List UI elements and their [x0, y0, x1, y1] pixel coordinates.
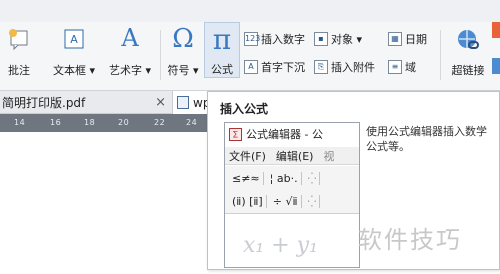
object-icon: ▪	[314, 32, 328, 46]
pi-formula-icon: π	[213, 23, 231, 56]
wordart-button[interactable]: A 艺术字 ▾	[104, 0, 156, 90]
menu-view: 视	[323, 149, 335, 163]
ruler-mark: 18	[84, 118, 96, 127]
object-label: 对象 ▾	[331, 33, 363, 46]
comment-icon	[8, 28, 30, 53]
textbox-button-label: 文本框 ▾	[52, 64, 96, 77]
symbol-button-label: 符号 ▾	[167, 64, 199, 77]
formula-editor-menubar: 文件(F) 编辑(E) 视	[225, 147, 359, 165]
number-icon: 123	[244, 32, 260, 46]
formula-editing-area: x₁ + y₁	[225, 215, 359, 267]
insert-number-label: 插入数字	[261, 33, 305, 46]
object-button[interactable]: ▪ 对象 ▾	[314, 30, 362, 48]
formula-editor-icon: ∑	[229, 127, 242, 141]
field-label: 域	[405, 61, 416, 74]
hyperlink-icon	[456, 28, 480, 55]
attachment-icon: ⎘	[314, 60, 328, 74]
ribbon-toolbar: 批注 A 文本框 ▾ A 艺术字 ▾ Ω 符号 ▾ π 公式 123 插入数字 …	[0, 0, 500, 90]
wordart-button-label: 艺术字 ▾	[108, 64, 152, 77]
relations-palette: ≤≠≈	[229, 171, 264, 185]
fractions-palette: ÷ √ⅱ	[270, 194, 302, 208]
comment-button-label: 批注	[8, 64, 30, 77]
ruler-mark: 20	[118, 118, 130, 127]
watermark-text: 软件技巧	[358, 226, 462, 254]
textbox-button[interactable]: A 文本框 ▾	[50, 0, 98, 90]
wordart-icon: A	[121, 24, 138, 52]
date-button[interactable]: ▦ 日期	[388, 30, 427, 48]
omega-symbol-icon: Ω	[172, 24, 194, 54]
ruler-mark: 24	[186, 118, 198, 127]
document-icon	[177, 96, 189, 109]
attachment-button[interactable]: ⎘ 插入附件	[314, 58, 375, 76]
overflow-icon	[492, 22, 500, 38]
wordart-glyph: A	[121, 24, 139, 52]
formula-editor-toolbar: ≤≠≈ ¦ ab·. ⁛ (ⅱ) [ⅱ] ÷ √ⅱ ⁛	[225, 166, 359, 214]
date-label: 日期	[405, 33, 427, 46]
fences-palette: (ⅱ) [ⅱ]	[229, 194, 267, 208]
field-icon: ≡	[388, 60, 402, 74]
ruler-mark: 16	[50, 118, 62, 127]
hyperlink-button[interactable]: 超链接	[446, 0, 490, 90]
attachment-label: 插入附件	[331, 61, 375, 74]
more-palette: ⁛	[305, 171, 321, 185]
pi-glyph: π	[212, 23, 232, 56]
formula-expression: x₁ + y₁	[243, 233, 318, 258]
formula-editor-title: 公式编辑器 - 公	[246, 128, 323, 141]
ruler-mark: 22	[154, 118, 166, 127]
menu-file: 文件(F)	[229, 149, 266, 163]
formula-editor-preview: ∑ 公式编辑器 - 公 文件(F) 编辑(E) 视 ≤≠≈ ¦ ab·. ⁛ (…	[224, 122, 360, 268]
spaces-palette: ¦ ab·.	[267, 171, 302, 185]
overflow-icon	[492, 58, 500, 74]
formula-button[interactable]: π 公式	[204, 22, 240, 78]
more-palette: ⁛	[305, 194, 321, 208]
menu-edit: 编辑(E)	[275, 149, 314, 163]
hyperlink-button-label: 超链接	[451, 64, 485, 77]
formula-button-label: 公式	[211, 63, 233, 76]
close-icon[interactable]: ×	[155, 95, 166, 110]
document-tab-label: 简明打印版.pdf	[2, 96, 86, 110]
document-tab[interactable]: 简明打印版.pdf ×	[0, 91, 172, 114]
omega-glyph: Ω	[172, 24, 194, 54]
formula-editor-titlebar: ∑ 公式编辑器 - 公	[225, 123, 359, 145]
field-button[interactable]: ≡ 域	[388, 58, 416, 76]
svg-text:A: A	[70, 33, 78, 46]
dropcap-label: 首字下沉	[261, 61, 305, 74]
toolbar-row: (ⅱ) [ⅱ] ÷ √ⅱ ⁛	[229, 191, 321, 211]
symbol-button[interactable]: Ω 符号 ▾	[164, 0, 202, 90]
calendar-icon: ▦	[388, 32, 402, 46]
toolbar-row: ≤≠≈ ¦ ab·. ⁛	[229, 168, 321, 188]
dropcap-icon: A	[244, 60, 258, 74]
ribbon-divider	[160, 30, 161, 80]
insert-number-button[interactable]: 123 插入数字	[244, 30, 305, 48]
tooltip-title: 插入公式	[220, 102, 269, 116]
dropcap-button[interactable]: A 首字下沉	[244, 58, 305, 76]
tooltip-description: 使用公式编辑器插入数学公式等。	[366, 125, 487, 153]
textbox-icon: A	[63, 28, 85, 53]
ruler-mark: 14	[14, 118, 26, 127]
ribbon-divider	[440, 30, 441, 80]
comment-button[interactable]: 批注	[2, 0, 36, 90]
